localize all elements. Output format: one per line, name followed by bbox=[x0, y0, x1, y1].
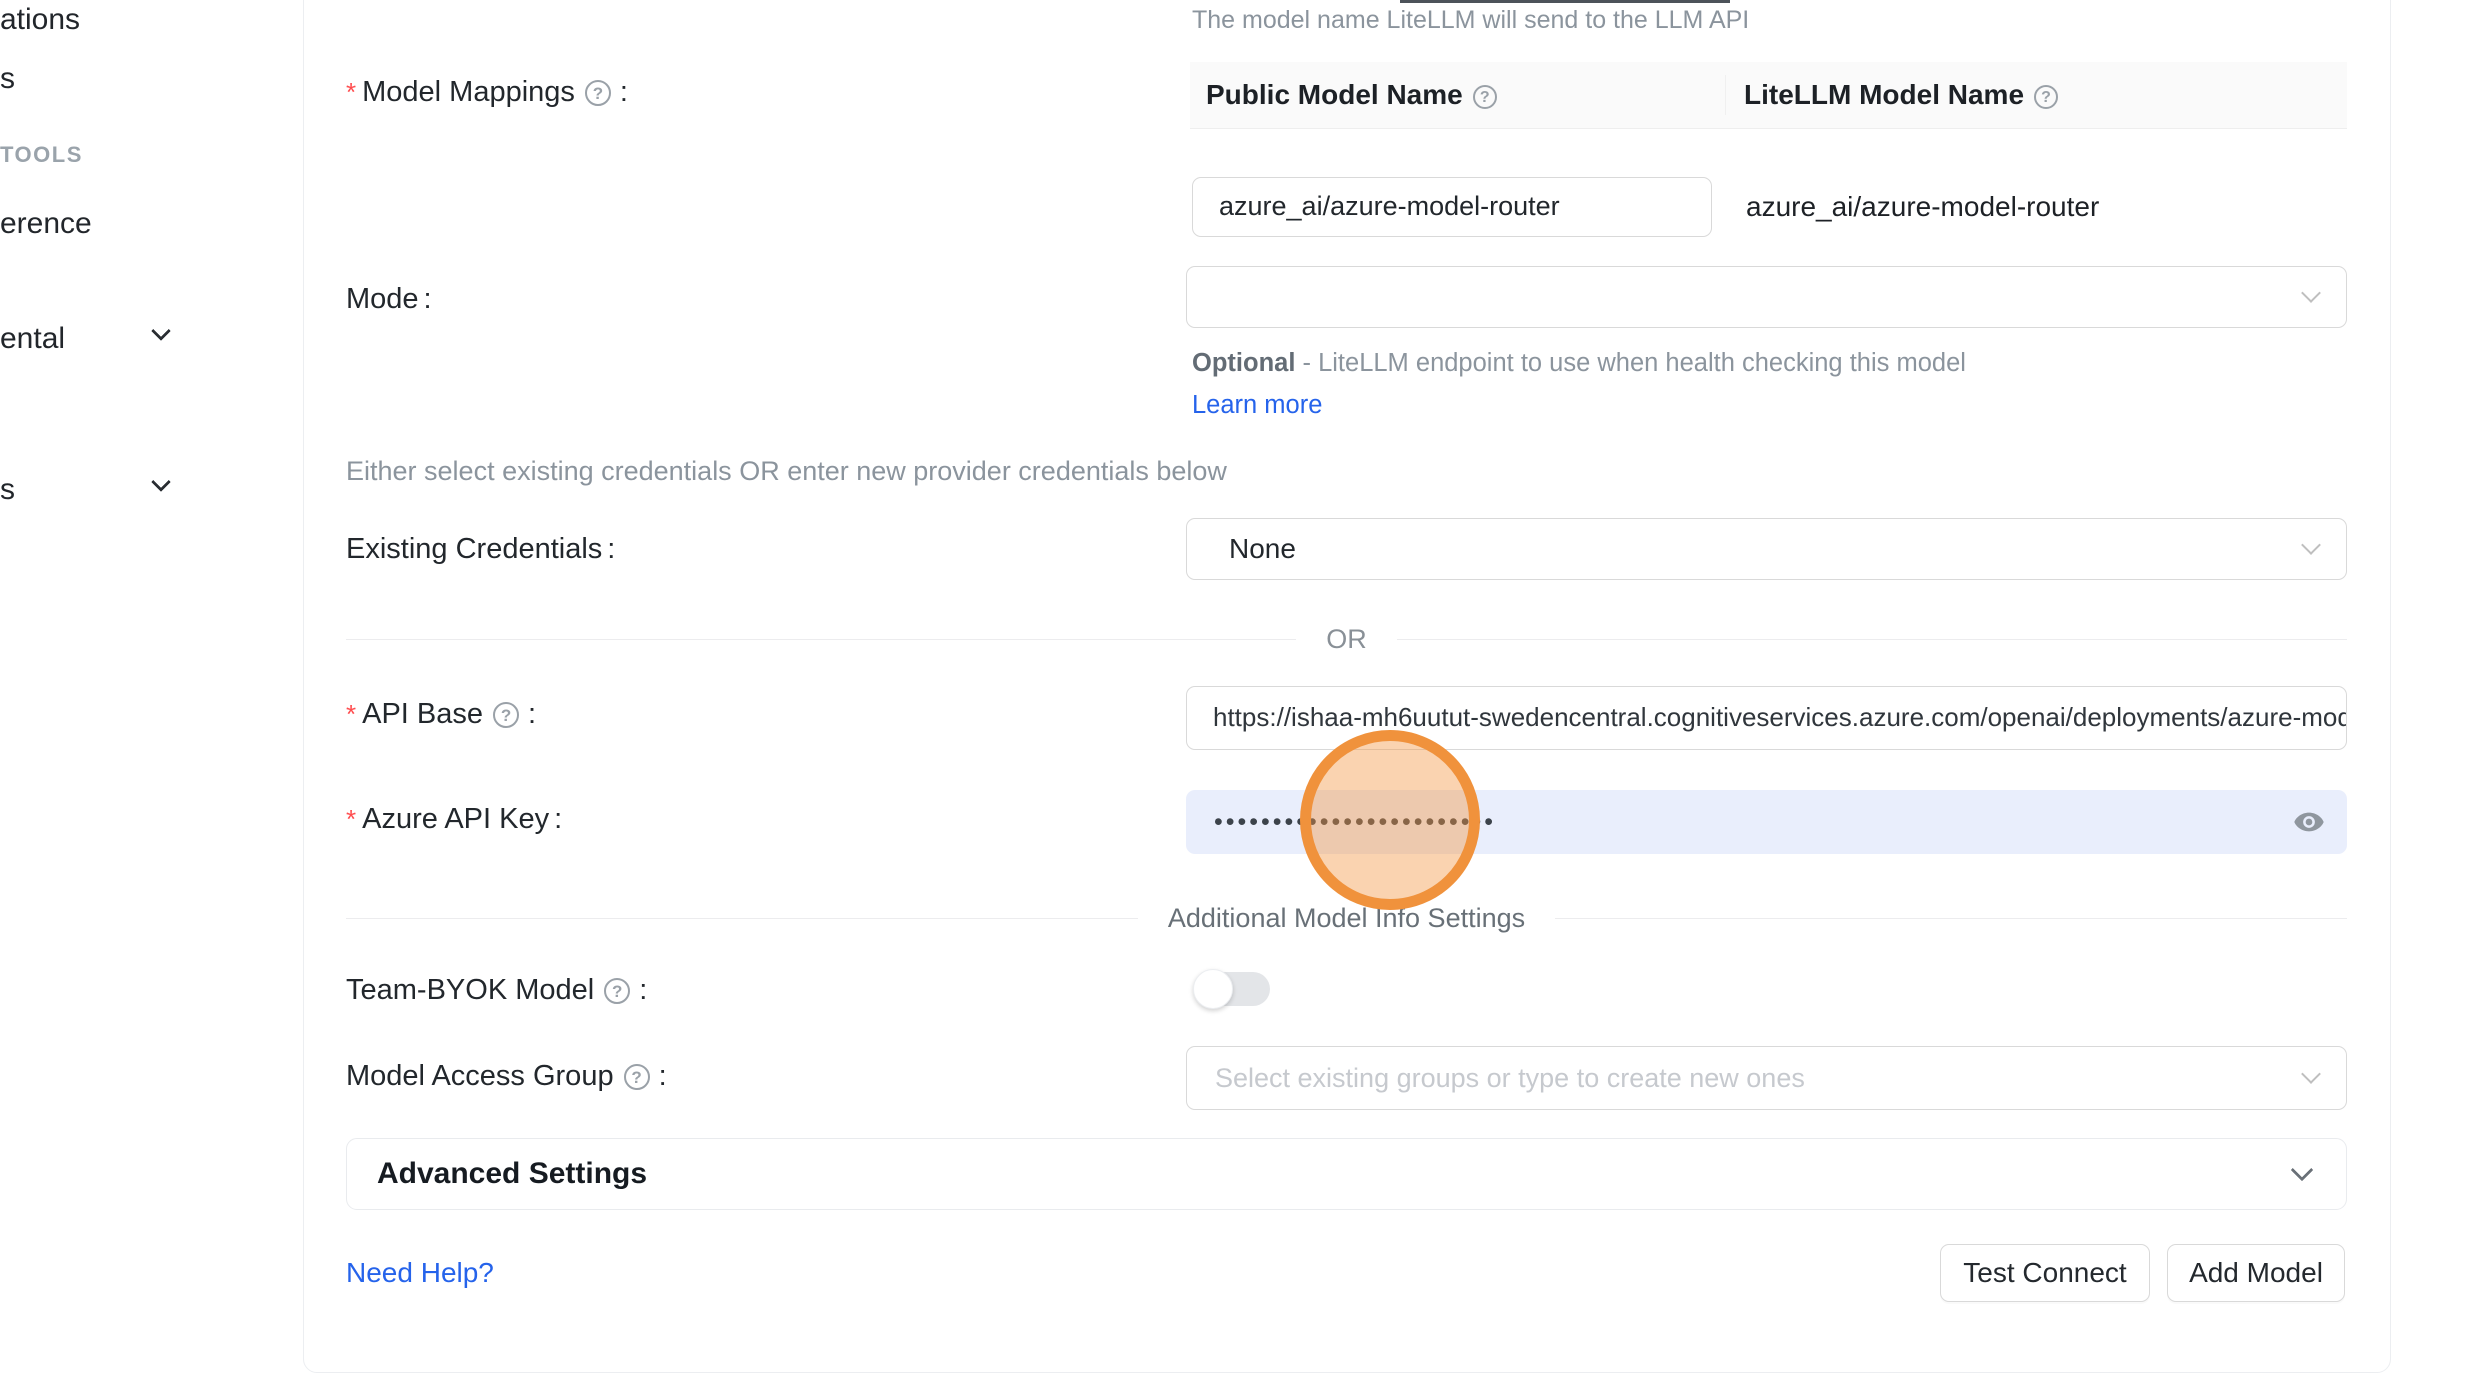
model-name-hint: The model name LiteLLM will send to the … bbox=[1192, 6, 1749, 35]
help-icon[interactable]: ? bbox=[624, 1064, 650, 1090]
eye-icon[interactable] bbox=[2293, 806, 2325, 838]
help-icon[interactable]: ? bbox=[1473, 85, 1497, 109]
table-row: azure_ai/azure-model-router azure_ai/azu… bbox=[1190, 129, 2347, 285]
model-access-group-placeholder: Select existing groups or type to create… bbox=[1215, 1063, 1805, 1094]
help-icon[interactable]: ? bbox=[493, 702, 519, 728]
azure-api-key-input[interactable]: •••••••••••••••••••••••• bbox=[1186, 790, 2347, 854]
toggle-knob bbox=[1193, 969, 1233, 1009]
table-header-row: Public Model Name? LiteLLM Model Name? bbox=[1190, 62, 2347, 129]
sidebar-item[interactable]: s bbox=[0, 62, 15, 96]
chevron-down-icon[interactable] bbox=[151, 321, 171, 341]
existing-credentials-label: Existing Credentials: bbox=[346, 533, 615, 566]
sidebar-item[interactable]: s bbox=[0, 473, 15, 507]
additional-settings-divider: Additional Model Info Settings bbox=[346, 903, 2347, 934]
column-header-litellm-model-name: LiteLLM Model Name? bbox=[1726, 79, 2347, 111]
public-model-name-input[interactable]: azure_ai/azure-model-router bbox=[1192, 177, 1712, 237]
advanced-settings-label: Advanced Settings bbox=[347, 1157, 647, 1191]
chevron-down-icon bbox=[2291, 1159, 2314, 1182]
required-asterisk: * bbox=[346, 699, 356, 729]
api-base-value: https://ishaa-mh6uutut-swedencentral.cog… bbox=[1213, 702, 2347, 733]
mode-select[interactable] bbox=[1186, 266, 2347, 328]
chevron-down-icon bbox=[2301, 283, 2321, 303]
cropped-element-fragment bbox=[1400, 0, 1730, 3]
help-icon[interactable]: ? bbox=[585, 80, 611, 106]
masked-api-key-value: •••••••••••••••••••••••• bbox=[1186, 808, 1496, 837]
or-divider: OR bbox=[346, 624, 2347, 655]
sidebar-item[interactable]: ations bbox=[0, 3, 80, 37]
model-mappings-label: *Model Mappings?: bbox=[346, 76, 628, 109]
mode-label: Mode: bbox=[346, 283, 432, 316]
help-icon[interactable]: ? bbox=[604, 978, 630, 1004]
learn-more-link[interactable]: Learn more bbox=[1192, 391, 1322, 419]
required-asterisk: * bbox=[346, 77, 356, 107]
model-access-group-label: Model Access Group?: bbox=[346, 1060, 667, 1093]
chevron-down-icon bbox=[2301, 535, 2321, 555]
credentials-note: Either select existing credentials OR en… bbox=[346, 456, 1227, 487]
model-mappings-table: Public Model Name? LiteLLM Model Name? a… bbox=[1190, 62, 2347, 285]
required-asterisk: * bbox=[346, 804, 356, 834]
existing-credentials-select[interactable]: None bbox=[1186, 518, 2347, 580]
api-base-input[interactable]: https://ishaa-mh6uutut-swedencentral.cog… bbox=[1186, 686, 2347, 750]
azure-api-key-label: *Azure API Key: bbox=[346, 803, 562, 836]
chevron-down-icon[interactable] bbox=[151, 472, 171, 492]
chevron-down-icon bbox=[2301, 1064, 2321, 1084]
column-header-public-model-name: Public Model Name? bbox=[1190, 75, 1726, 115]
team-byok-label: Team-BYOK Model?: bbox=[346, 974, 647, 1007]
sidebar-item[interactable]: ental bbox=[0, 322, 65, 356]
help-icon[interactable]: ? bbox=[2034, 85, 2058, 109]
advanced-settings-panel[interactable]: Advanced Settings bbox=[346, 1138, 2347, 1210]
sidebar-item[interactable]: erence bbox=[0, 207, 92, 241]
test-connect-button[interactable]: Test Connect bbox=[1940, 1244, 2150, 1302]
team-byok-toggle[interactable] bbox=[1196, 972, 1270, 1006]
litellm-model-name-value: azure_ai/azure-model-router bbox=[1712, 191, 2347, 223]
need-help-link[interactable]: Need Help? bbox=[346, 1257, 494, 1289]
existing-credentials-value: None bbox=[1229, 533, 1296, 565]
mode-help-text: Optional - LiteLLM endpoint to use when … bbox=[1192, 342, 2012, 426]
add-model-button[interactable]: Add Model bbox=[2167, 1244, 2345, 1302]
api-base-label: *API Base?: bbox=[346, 698, 536, 731]
sidebar-section-label: TOOLS bbox=[0, 142, 83, 168]
model-access-group-select[interactable]: Select existing groups or type to create… bbox=[1186, 1046, 2347, 1110]
